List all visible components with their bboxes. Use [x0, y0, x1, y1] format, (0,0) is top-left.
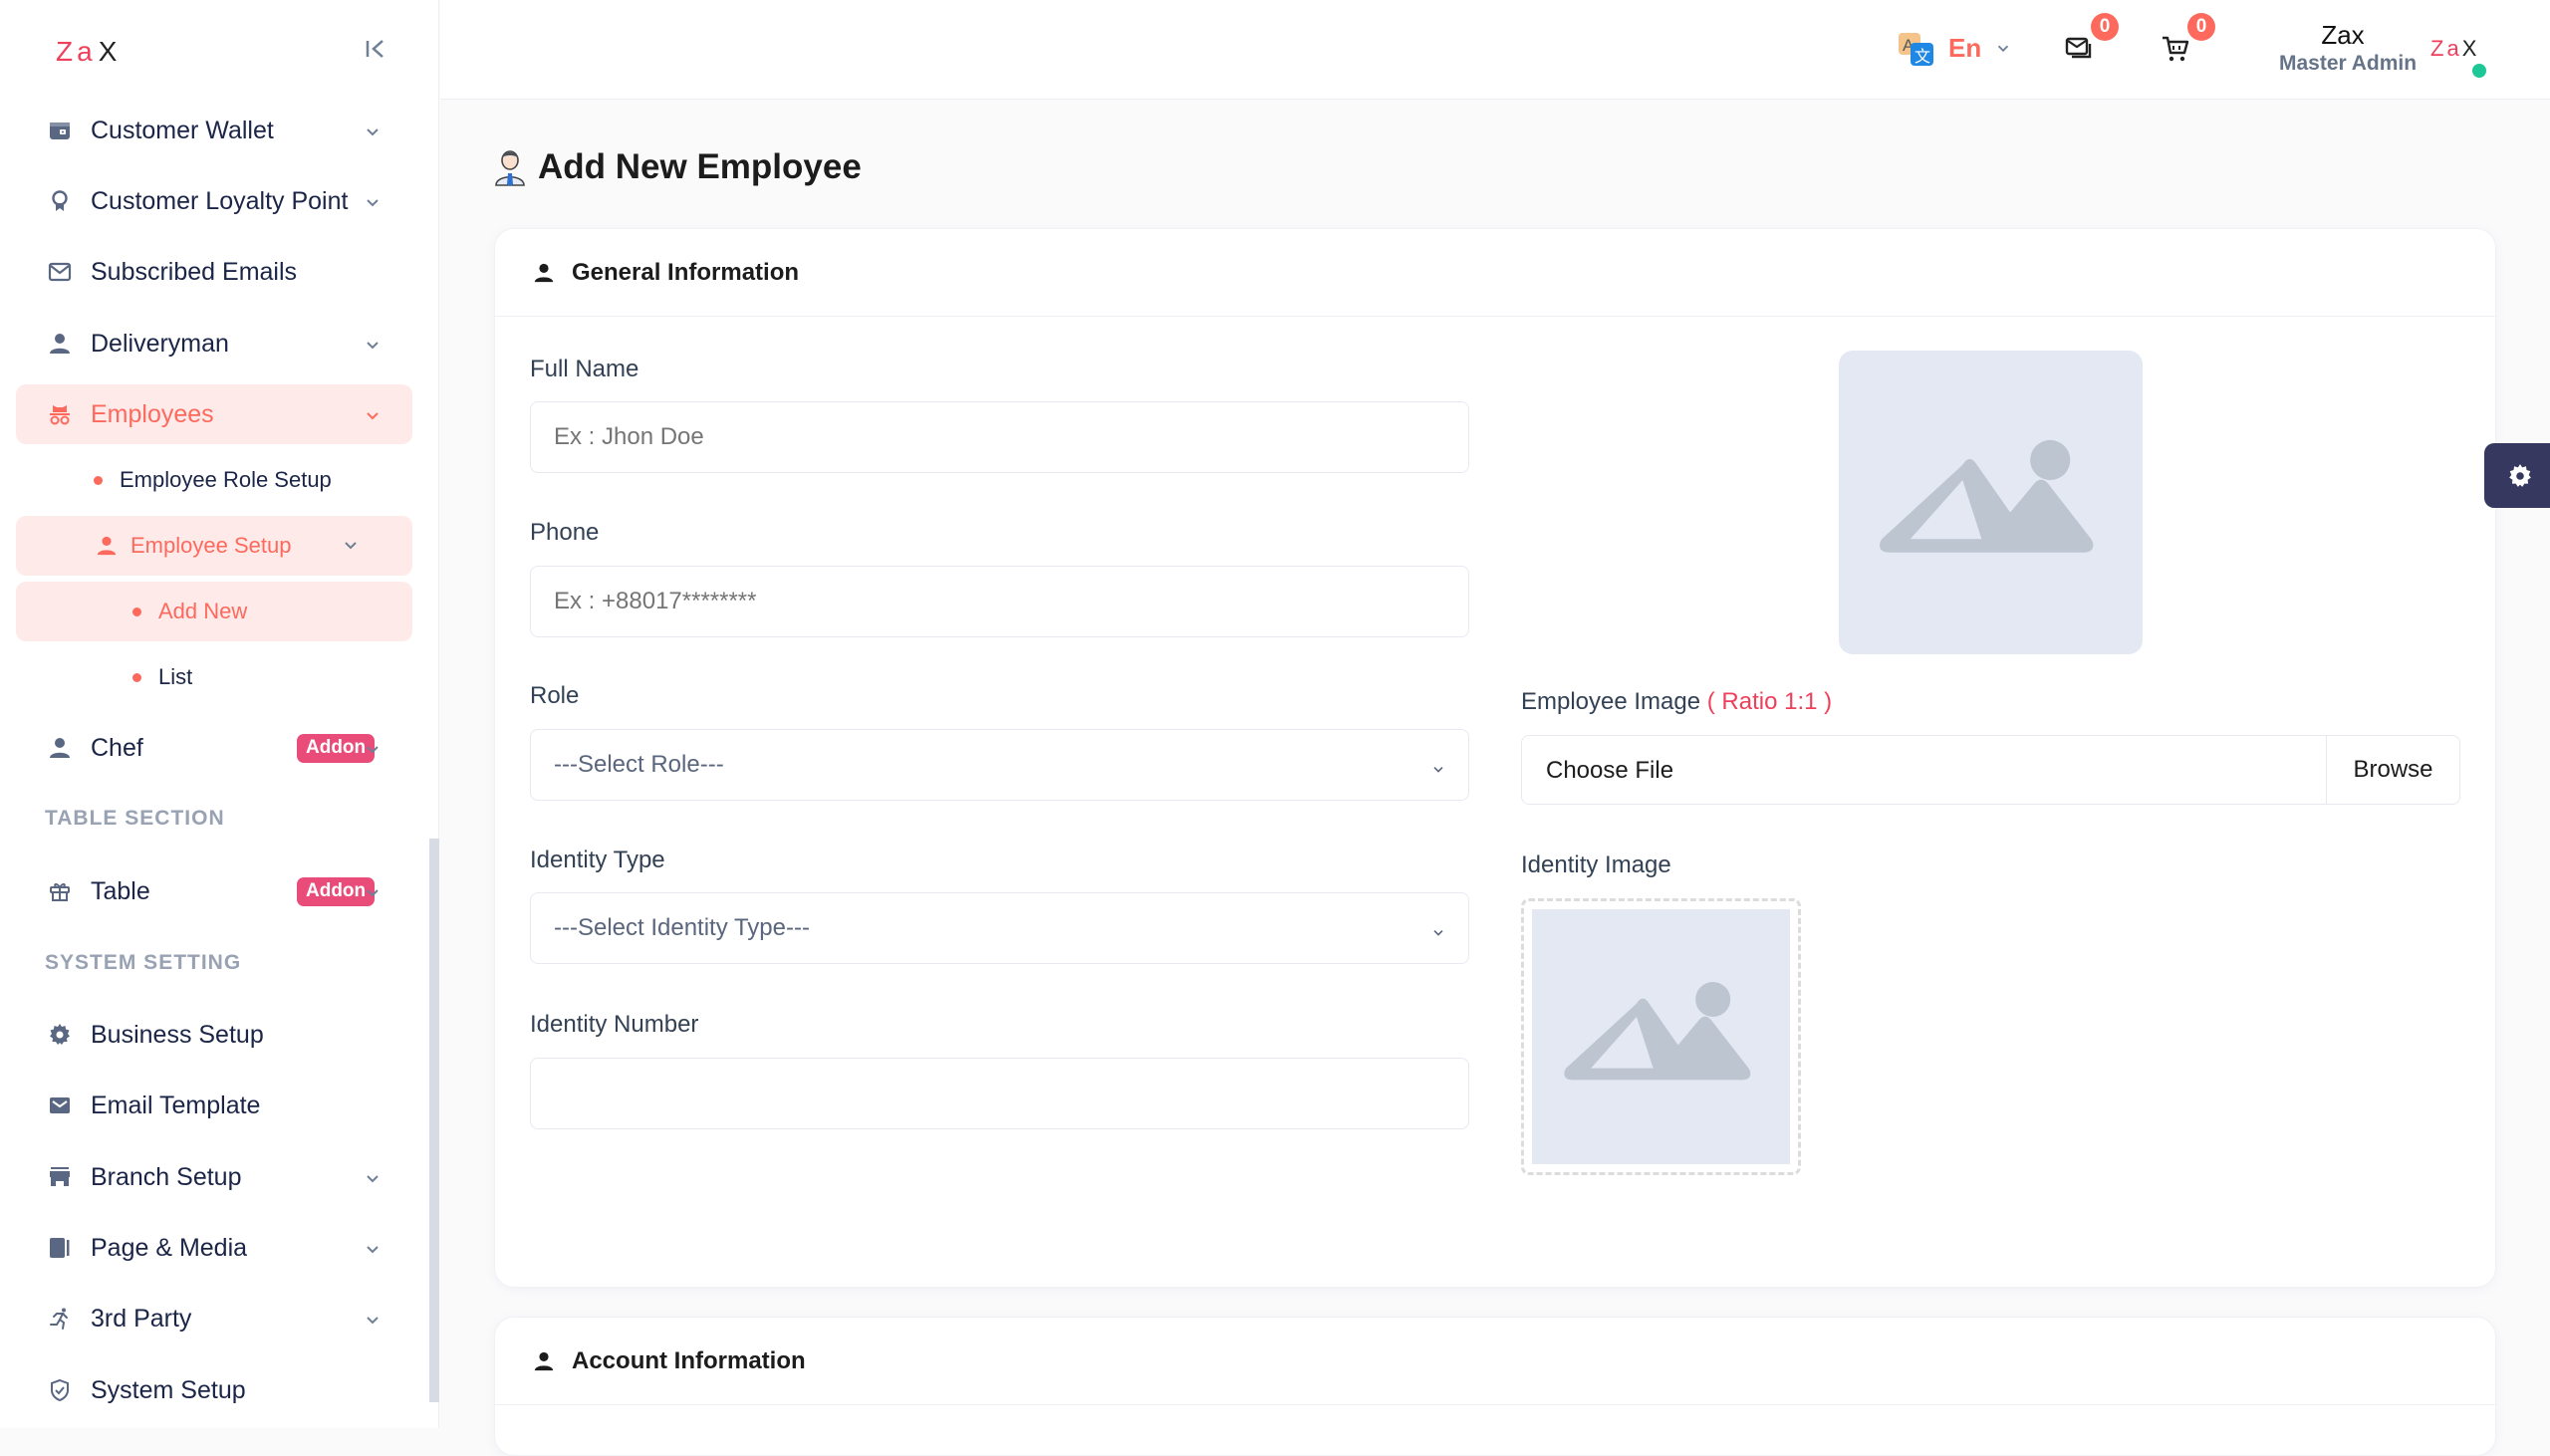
brand-logo[interactable]: Za X: [56, 36, 121, 68]
runner-icon: [46, 1305, 74, 1333]
user-icon: [96, 535, 118, 557]
employee-icon: [494, 148, 526, 186]
top-header: A文 En 0 0 Zax Master Admin Za X: [440, 0, 2550, 100]
collapse-icon: [366, 40, 383, 58]
sidebar-item-employee-role-setup[interactable]: Employee Role Setup: [16, 450, 412, 510]
image-placeholder-icon: [1563, 982, 1750, 1081]
user-icon: [46, 734, 74, 762]
online-status-indicator: [2472, 64, 2486, 78]
page-icon: [46, 1234, 74, 1262]
cart-count-badge: 0: [2187, 13, 2215, 41]
chevron-down-icon: [1430, 757, 1446, 773]
cart-button[interactable]: [2161, 34, 2190, 64]
user-name: Zax: [2321, 20, 2365, 50]
store-icon: [46, 1163, 74, 1191]
shield-check-icon: [46, 1376, 74, 1404]
chevron-down-icon: [363, 881, 382, 901]
employee-image-label: Employee Image ( Ratio 1:1 ): [1521, 688, 1833, 715]
sidebar-item-subscribed-emails[interactable]: Subscribed Emails: [16, 242, 412, 302]
sidebar-item-list[interactable]: List: [16, 647, 412, 707]
user-icon: [533, 262, 555, 284]
identity-image-label: Identity Image: [1521, 851, 1671, 878]
phone-input[interactable]: [530, 566, 1469, 637]
phone-label: Phone: [530, 519, 600, 546]
sidebar-item-customer-loyalty-point[interactable]: Customer Loyalty Point: [16, 171, 412, 231]
identity-type-select[interactable]: ---Select Identity Type---: [530, 892, 1469, 964]
chevron-down-icon: [363, 191, 382, 211]
chevron-down-icon: [363, 334, 382, 354]
gear-icon: [46, 1021, 74, 1049]
sidebar-item-add-new[interactable]: Add New: [16, 582, 412, 641]
sidebar-item-system-setup[interactable]: System Setup: [16, 1360, 412, 1420]
settings-panel-toggle[interactable]: [2484, 443, 2550, 508]
chevron-down-icon: [341, 536, 361, 556]
bullet-icon: [132, 672, 141, 682]
browse-button[interactable]: Browse: [2326, 736, 2459, 804]
identity-image-preview: [1532, 909, 1790, 1164]
image-placeholder-icon: [1879, 439, 2093, 553]
page-title: Add New Employee: [494, 144, 862, 190]
role-select[interactable]: ---Select Role---: [530, 729, 1469, 801]
ratio-hint: ( Ratio 1:1 ): [1706, 688, 1833, 715]
award-icon: [46, 187, 74, 215]
logo-mark: X: [98, 36, 122, 67]
language-selector[interactable]: En: [1948, 33, 1981, 64]
user-avatar[interactable]: Za X: [2430, 36, 2479, 62]
sidebar-item-page-media[interactable]: Page & Media: [16, 1218, 412, 1278]
identity-image-upload[interactable]: [1521, 898, 1801, 1175]
identity-number-label: Identity Number: [530, 1011, 699, 1038]
full-name-input[interactable]: [530, 401, 1469, 473]
messages-count-badge: 0: [2091, 13, 2119, 41]
gift-icon: [46, 877, 74, 905]
svg-text:文: 文: [1914, 47, 1930, 66]
mail-icon: [46, 1092, 74, 1119]
identity-number-input[interactable]: [530, 1058, 1469, 1129]
card-header: Account Information: [495, 1318, 2495, 1405]
sidebar: Za X Customer Wallet Customer Loyalty Poi…: [0, 0, 439, 1428]
translate-icon: A文: [1899, 33, 1934, 67]
wallet-icon: [46, 117, 74, 144]
sidebar-item-branch-setup[interactable]: Branch Setup: [16, 1147, 412, 1207]
full-name-label: Full Name: [530, 356, 639, 382]
chevron-down-icon: [363, 121, 382, 140]
sidebar-item-business-setup[interactable]: Business Setup: [16, 1005, 412, 1065]
collapse-sidebar-button[interactable]: [361, 34, 390, 64]
sidebar-item-deliveryman[interactable]: Deliveryman: [16, 314, 412, 373]
chevron-down-icon: [363, 1309, 382, 1329]
chevron-down-icon: [363, 1238, 382, 1258]
chevron-down-icon: [363, 1167, 382, 1187]
sidebar-item-table[interactable]: Table Addon: [16, 861, 412, 921]
section-title-system-setting: SYSTEM SETTING: [45, 951, 242, 974]
employee-image-preview: [1839, 351, 2143, 654]
sidebar-item-3rd-party[interactable]: 3rd Party: [16, 1289, 412, 1348]
gear-icon: [2509, 463, 2531, 487]
cart-icon: [2163, 36, 2189, 62]
sidebar-item-email-template[interactable]: Email Template: [16, 1076, 412, 1135]
user-icon: [46, 330, 74, 358]
identity-type-label: Identity Type: [530, 847, 665, 873]
chevron-down-icon: [363, 738, 382, 758]
user-role: Master Admin: [2279, 52, 2418, 75]
card-header: General Information: [495, 229, 2495, 317]
message-icon: [2065, 37, 2092, 59]
sidebar-item-employees[interactable]: Employees: [16, 384, 412, 444]
role-label: Role: [530, 682, 580, 709]
employee-image-file-input[interactable]: Choose File Browse: [1521, 735, 2460, 805]
section-title-table: TABLE SECTION: [45, 807, 225, 830]
bullet-icon: [94, 475, 103, 485]
sidebar-scrollbar[interactable]: [429, 839, 439, 1402]
messages-button[interactable]: [2064, 34, 2094, 64]
incognito-icon: [46, 400, 74, 428]
sidebar-item-customer-wallet[interactable]: Customer Wallet: [16, 101, 412, 160]
sidebar-item-employee-setup[interactable]: Employee Setup: [16, 516, 412, 576]
chevron-down-icon: [363, 404, 382, 424]
bullet-icon: [132, 607, 141, 616]
sidebar-item-chef[interactable]: Chef Addon: [16, 718, 412, 778]
chevron-down-icon[interactable]: [1994, 40, 2012, 58]
account-information-card: Account Information: [494, 1317, 2496, 1456]
envelope-icon: [46, 258, 74, 286]
user-icon: [533, 1350, 555, 1372]
chevron-down-icon: [1430, 920, 1446, 936]
